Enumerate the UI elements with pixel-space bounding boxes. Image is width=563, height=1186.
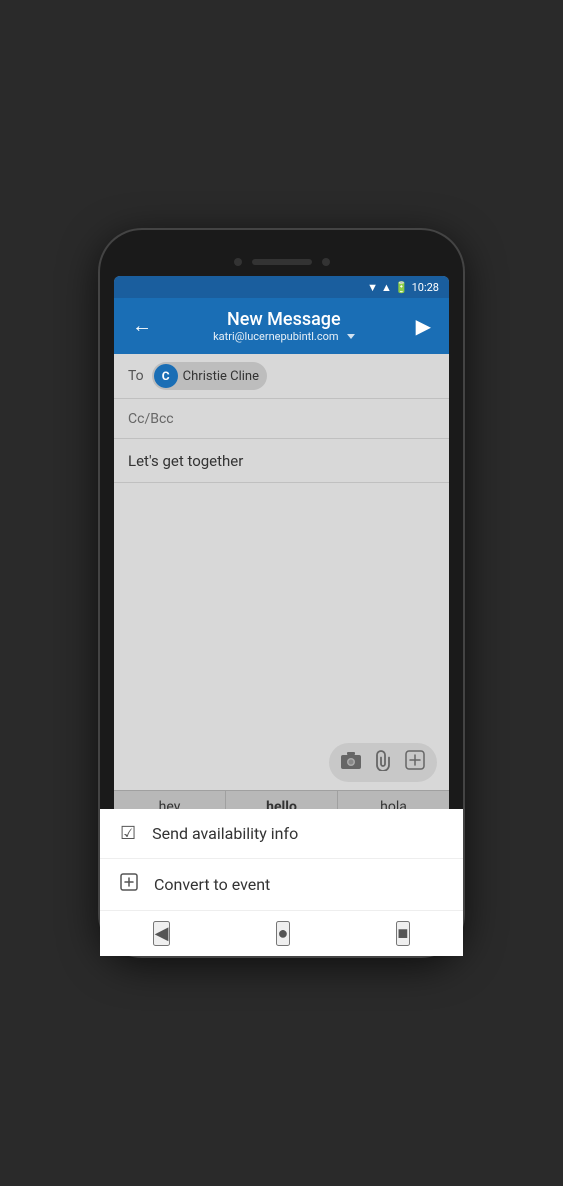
speaker — [252, 259, 312, 265]
convert-label: Convert to event — [154, 875, 270, 894]
back-button[interactable]: ← — [128, 311, 156, 342]
popup-overlay: ☑ Send availability info Convert to even… — [114, 809, 449, 910]
camera-button[interactable] — [341, 751, 361, 774]
convert-icon — [120, 873, 138, 896]
time-display: 10:28 — [412, 281, 439, 294]
attach-button[interactable] — [375, 749, 391, 776]
app-bar-title: New Message katri@lucernepubintl.com — [213, 309, 354, 343]
subject-row[interactable]: Let's get together — [114, 439, 449, 483]
subject-text: Let's get together — [128, 452, 243, 470]
add-button[interactable] — [405, 750, 425, 775]
recipient-chip[interactable]: C Christie Cline — [152, 362, 267, 390]
body-area[interactable] — [114, 483, 449, 735]
dropdown-arrow-icon — [347, 334, 355, 339]
status-icons: ▼ ▲ 🔋 10:28 — [367, 281, 439, 294]
toolbar-buttons — [329, 743, 437, 782]
popup-item-availability[interactable]: ☑ Send availability info — [114, 809, 449, 858]
cc-bcc-label: Cc/Bcc — [128, 411, 174, 427]
battery-icon: 🔋 — [395, 281, 409, 294]
popup-item-convert[interactable]: Convert to event — [114, 858, 449, 910]
phone-top-bar — [114, 248, 449, 276]
phone-frame: ▼ ▲ 🔋 10:28 ← New Message katri@lucernep… — [100, 230, 463, 956]
signal-icon: ▲ — [381, 281, 392, 294]
app-bar-subtitle[interactable]: katri@lucernepubintl.com — [213, 330, 354, 343]
wifi-icon: ▼ — [367, 281, 378, 294]
front-camera-left — [234, 258, 242, 266]
availability-label: Send availability info — [152, 824, 298, 843]
availability-icon: ☑ — [120, 823, 136, 844]
cc-bcc-row[interactable]: Cc/Bcc — [114, 399, 449, 439]
compose-toolbar — [114, 735, 449, 790]
recipient-name: Christie Cline — [183, 369, 259, 384]
compose-area: To C Christie Cline Cc/Bcc Let's get tog… — [114, 354, 449, 910]
to-row[interactable]: To C Christie Cline — [114, 354, 449, 399]
recipient-avatar: C — [154, 364, 178, 388]
phone-screen: ▼ ▲ 🔋 10:28 ← New Message katri@lucernep… — [114, 276, 449, 910]
app-bar-title-text: New Message — [227, 309, 341, 330]
app-bar: ← New Message katri@lucernepubintl.com ▶ — [114, 298, 449, 354]
from-email: katri@lucernepubintl.com — [213, 330, 338, 343]
send-button[interactable]: ▶ — [412, 310, 435, 343]
to-label: To — [128, 368, 144, 384]
front-camera-right — [322, 258, 330, 266]
status-bar: ▼ ▲ 🔋 10:28 — [114, 276, 449, 298]
